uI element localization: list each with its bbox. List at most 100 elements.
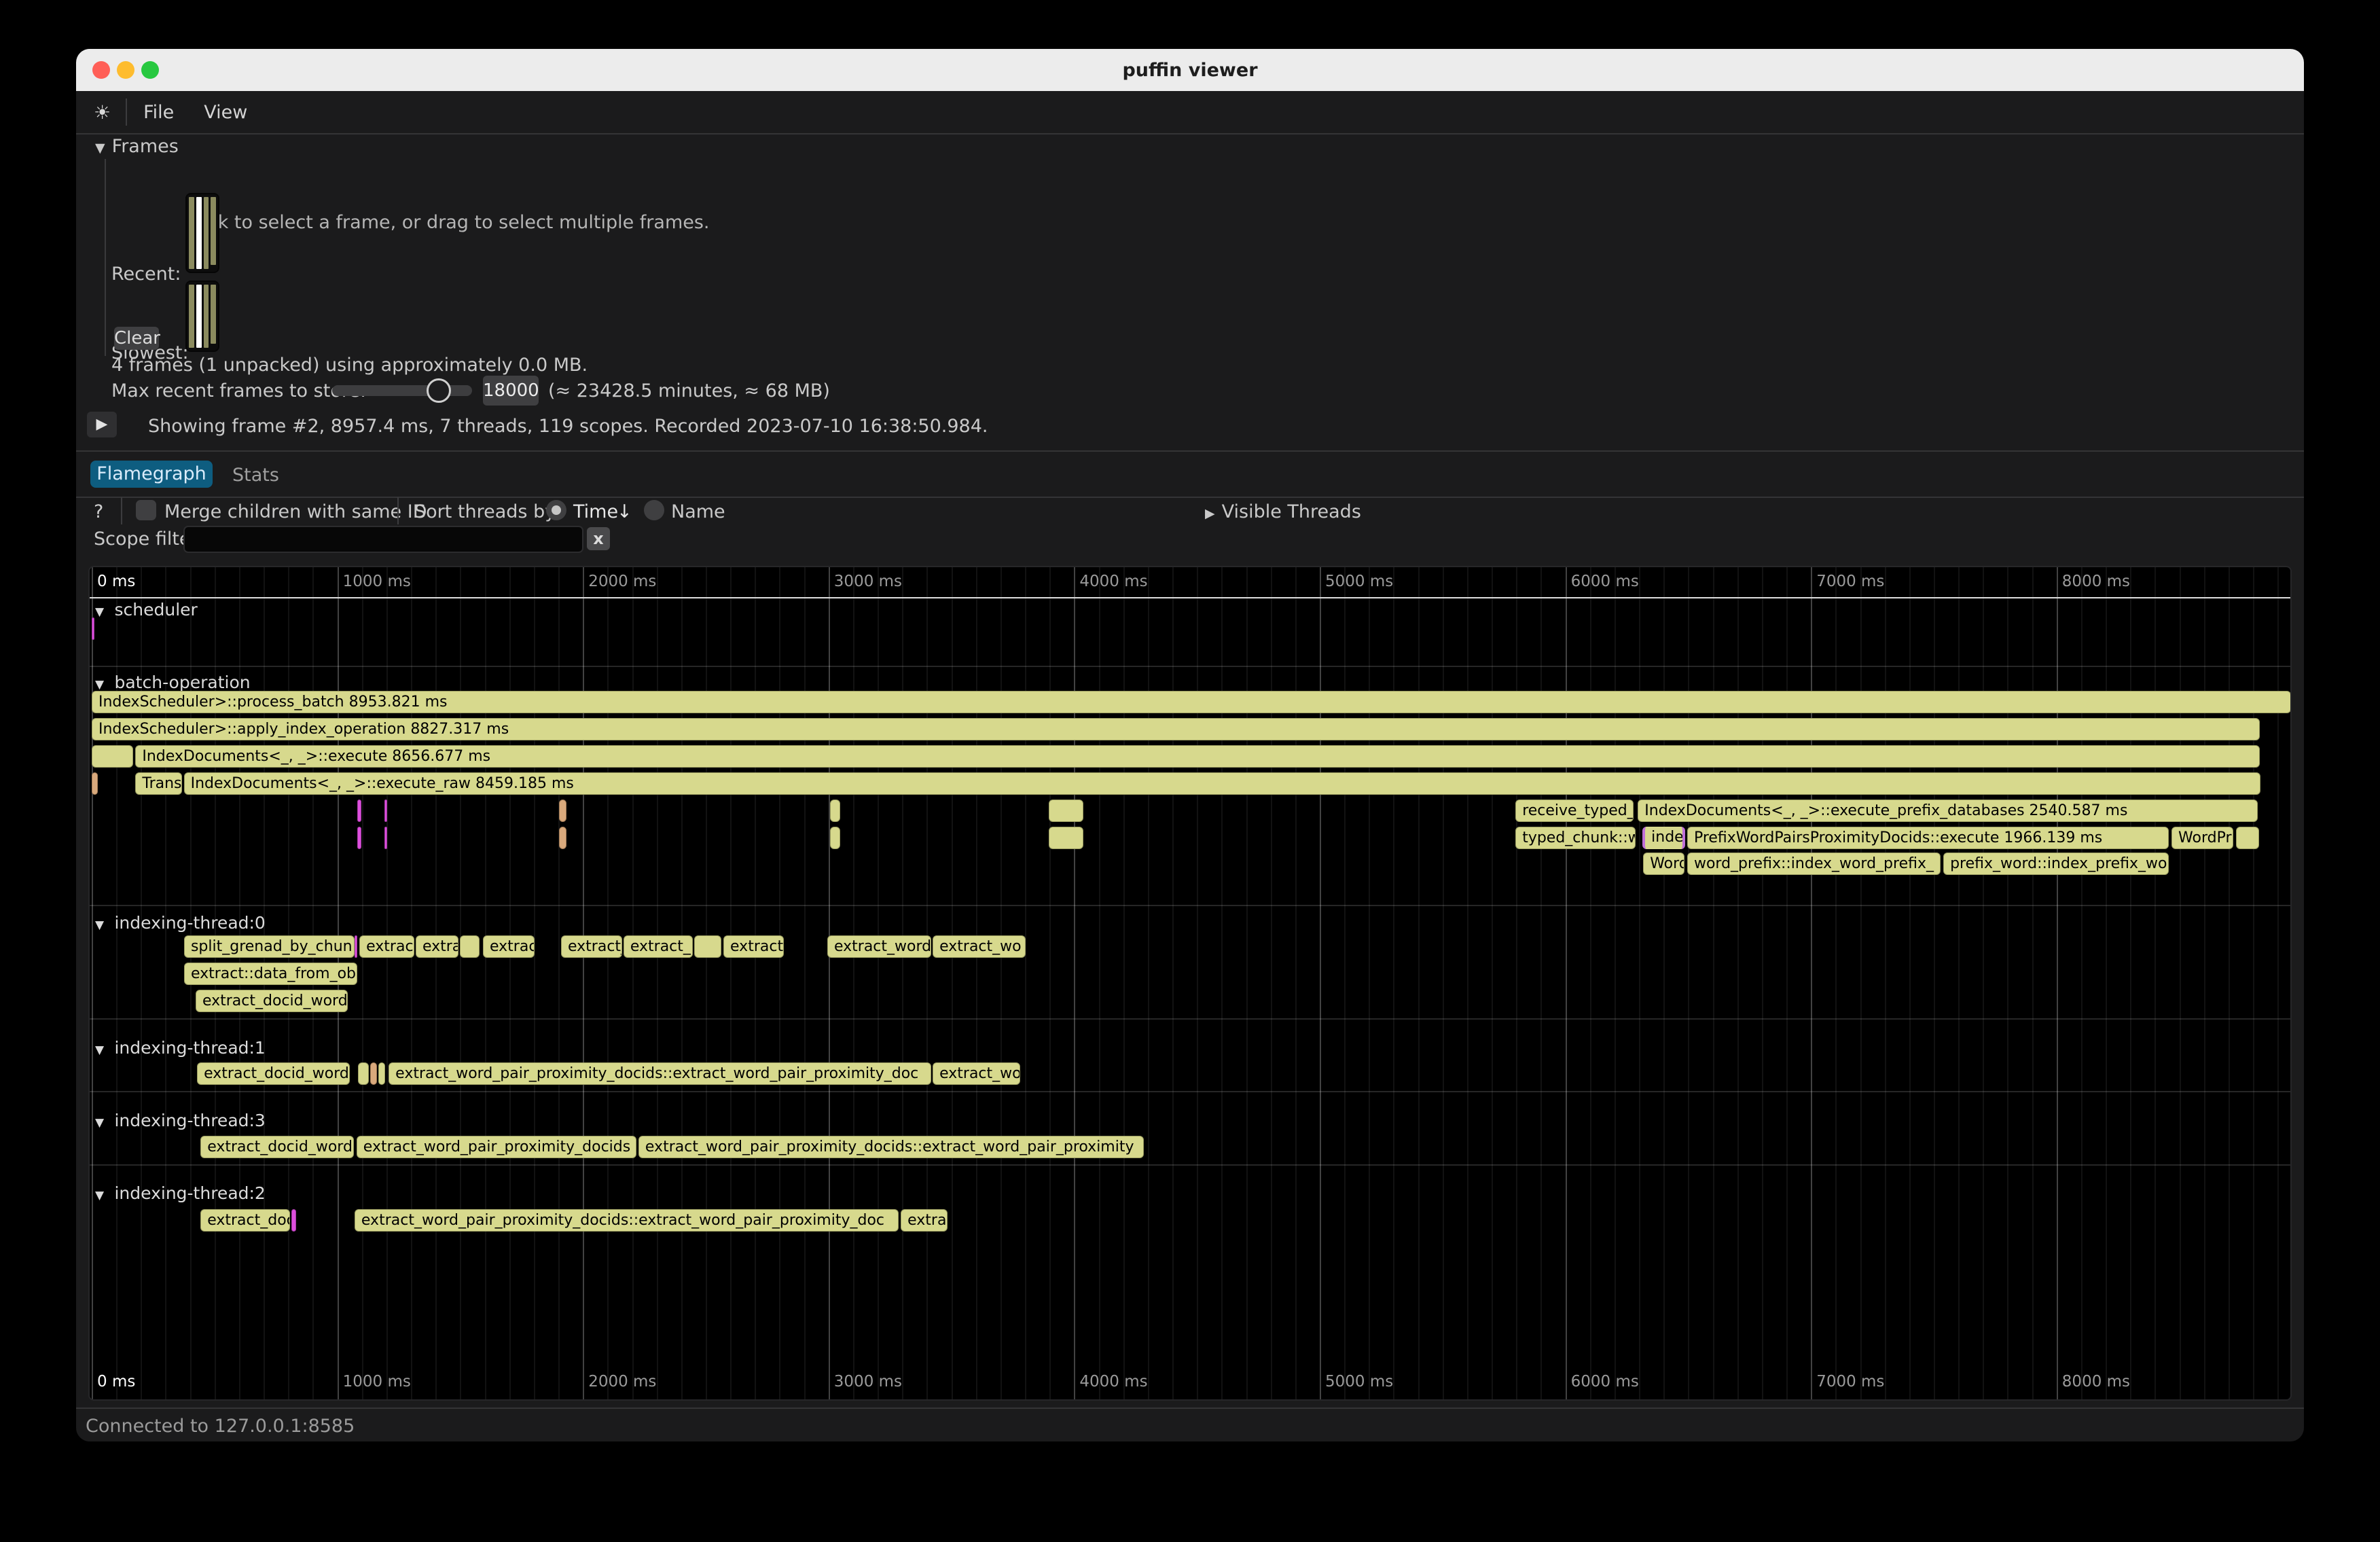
scope-bar[interactable]: extract_word_pair_proximity_docids::extr… [389, 1062, 931, 1085]
max-frames-slider-thumb[interactable] [427, 378, 451, 403]
scope-bar[interactable]: split_grenad_by_chun [184, 935, 355, 958]
scope-bar[interactable]: extract_ [561, 935, 622, 958]
tab-stats[interactable]: Stats [232, 465, 279, 486]
scope-bar[interactable]: extract_wo [933, 1062, 1020, 1085]
frame-thumbnail-bar-selected[interactable] [196, 197, 202, 269]
scope-bar[interactable]: prefix_word::index_prefix_wo [1943, 853, 2169, 875]
scope-bar[interactable]: IndexScheduler>::process_batch 8953.821 … [92, 691, 2291, 713]
scope-bar[interactable] [559, 800, 566, 822]
close-window-button[interactable] [92, 61, 110, 79]
scope-filter-input[interactable] [183, 526, 583, 553]
scope-bar[interactable]: IndexScheduler>::apply_index_operation 8… [92, 718, 2260, 740]
frame-thumbnail-bar[interactable] [211, 285, 216, 344]
axis-tick-label: 6000 ms [1571, 1373, 1639, 1391]
scope-bar[interactable]: Trans [135, 772, 182, 795]
recent-frames-thumbnail[interactable] [185, 193, 219, 273]
thread-header-scheduler[interactable]: ▼ scheduler [95, 600, 198, 620]
max-frames-value[interactable]: 18000 [483, 376, 539, 406]
help-button[interactable]: ? [94, 501, 103, 522]
scope-bar[interactable] [92, 745, 133, 768]
scope-bar[interactable]: extra [416, 935, 458, 958]
frame-thumbnail-bar-selected[interactable] [196, 285, 202, 348]
frame-thumbnail-bar[interactable] [189, 197, 194, 269]
scope-bar[interactable] [559, 827, 566, 849]
scope-bar[interactable]: extract_docid_word [200, 1136, 354, 1158]
scope-bar[interactable]: Word [1643, 853, 1684, 875]
scope-bar[interactable]: extract_word [827, 935, 931, 958]
scope-bar[interactable] [291, 1209, 296, 1232]
frames-section-header[interactable]: ▼Frames [95, 136, 179, 157]
scope-bar[interactable] [694, 935, 721, 958]
merge-children-checkbox[interactable] [136, 500, 156, 520]
scope-bar[interactable]: extract_ [624, 935, 693, 958]
thread-header-batch-operation[interactable]: ▼ batch-operation [95, 673, 251, 692]
minimize-window-button[interactable] [117, 61, 134, 79]
thread-header-indexing-thread-3[interactable]: ▼ indexing-thread:3 [95, 1111, 266, 1130]
scope-bar[interactable]: extract_word_pair_proximity_docids::extr… [638, 1136, 1144, 1158]
menu-file[interactable]: File [143, 102, 174, 123]
clear-filter-button[interactable]: x [587, 527, 610, 550]
scope-bar[interactable] [384, 827, 387, 849]
tab-flamegraph[interactable]: Flamegraph [90, 461, 213, 488]
scope-bar[interactable] [355, 935, 357, 958]
thread-header-indexing-thread-2[interactable]: ▼ indexing-thread:2 [95, 1183, 266, 1203]
thread-header-indexing-thread-1[interactable]: ▼ indexing-thread:1 [95, 1038, 266, 1058]
frame-thumbnail-bar[interactable] [211, 197, 216, 265]
scope-bar[interactable]: extract_word_pair_proximity_docids [357, 1136, 636, 1158]
scope-bar[interactable]: extract::data_from_ob [184, 963, 357, 985]
scope-bar[interactable] [830, 800, 840, 822]
scope-bar[interactable]: extract_wo [933, 935, 1026, 958]
scope-bar[interactable] [92, 617, 94, 640]
scope-bar[interactable]: extract_doc [200, 1209, 290, 1232]
scope-bar[interactable]: extrac [901, 1209, 948, 1232]
scope-bar[interactable] [460, 935, 480, 958]
scope-bar[interactable]: extract_word_pair_proximity_docids::extr… [355, 1209, 899, 1232]
scope-bar[interactable]: typed_chunk::w [1515, 827, 1636, 849]
scope-bar[interactable] [358, 1062, 369, 1085]
slowest-frames-thumbnail[interactable] [185, 281, 219, 352]
visible-threads-header[interactable]: ▶Visible Threads [1205, 501, 1361, 522]
flamegraph-panel[interactable]: 0 ms1000 ms2000 ms3000 ms4000 ms5000 ms6… [88, 566, 2292, 1401]
scope-bar[interactable] [378, 1062, 385, 1085]
scope-bar[interactable] [357, 827, 361, 849]
frame-thumbnail-bar[interactable] [204, 285, 209, 348]
sort-time-label[interactable]: Time [573, 501, 618, 522]
scope-bar[interactable]: IndexDocuments<_, _>::execute_prefix_dat… [1638, 800, 2258, 822]
scope-bar[interactable] [1049, 800, 1083, 822]
max-frames-slider[interactable] [332, 385, 472, 396]
sort-name-radio[interactable] [644, 500, 664, 520]
scope-bar[interactable] [370, 1062, 377, 1085]
menu-view[interactable]: View [204, 102, 247, 123]
frame-thumbnail-bar[interactable] [204, 197, 209, 269]
scope-bar[interactable]: PrefixWordPairsProximityDocids::execute … [1687, 827, 2169, 849]
scope-label: Word [1644, 853, 1684, 874]
scope-bar[interactable]: extract [359, 935, 414, 958]
scope-bar[interactable] [384, 800, 387, 822]
scope-bar[interactable] [1049, 827, 1083, 849]
scope-bar[interactable]: IndexDocuments<_, _>::execute 8656.677 m… [135, 745, 2259, 768]
scope-bar[interactable]: index [1642, 827, 1685, 849]
play-button[interactable]: ▶ [87, 412, 117, 437]
theme-toggle-icon[interactable]: ☀ [94, 101, 111, 124]
merge-children-label[interactable]: Merge children with same ID [164, 501, 427, 522]
scope-bar[interactable] [92, 772, 98, 795]
zoom-window-button[interactable] [141, 61, 159, 79]
frame-thumbnail-bar[interactable] [189, 285, 194, 348]
clear-button[interactable]: Clear [114, 327, 159, 350]
sort-time-radio[interactable] [546, 500, 566, 520]
scope-bar[interactable]: word_prefix::index_word_prefix_ [1687, 853, 1941, 875]
scope-bar[interactable]: extract_docid_word [197, 1062, 350, 1085]
scope-bar[interactable] [2236, 827, 2259, 849]
scope-bar[interactable]: IndexDocuments<_, _>::execute_raw 8459.1… [184, 772, 2260, 795]
thread-header-indexing-thread-0[interactable]: ▼ indexing-thread:0 [95, 913, 266, 933]
scope-bar[interactable] [830, 827, 840, 849]
sort-direction-icon[interactable]: ↓ [617, 501, 632, 522]
scope-bar[interactable]: extract [723, 935, 784, 958]
scope-bar[interactable]: WordPr [2171, 827, 2233, 849]
scope-bar[interactable]: receive_typed_ [1515, 800, 1634, 822]
scope-bar[interactable] [357, 800, 361, 822]
scope-bar[interactable]: extract_docid_word [196, 990, 348, 1012]
control-separator [121, 497, 122, 524]
sort-name-label[interactable]: Name [671, 501, 725, 522]
scope-bar[interactable]: extrac [483, 935, 535, 958]
